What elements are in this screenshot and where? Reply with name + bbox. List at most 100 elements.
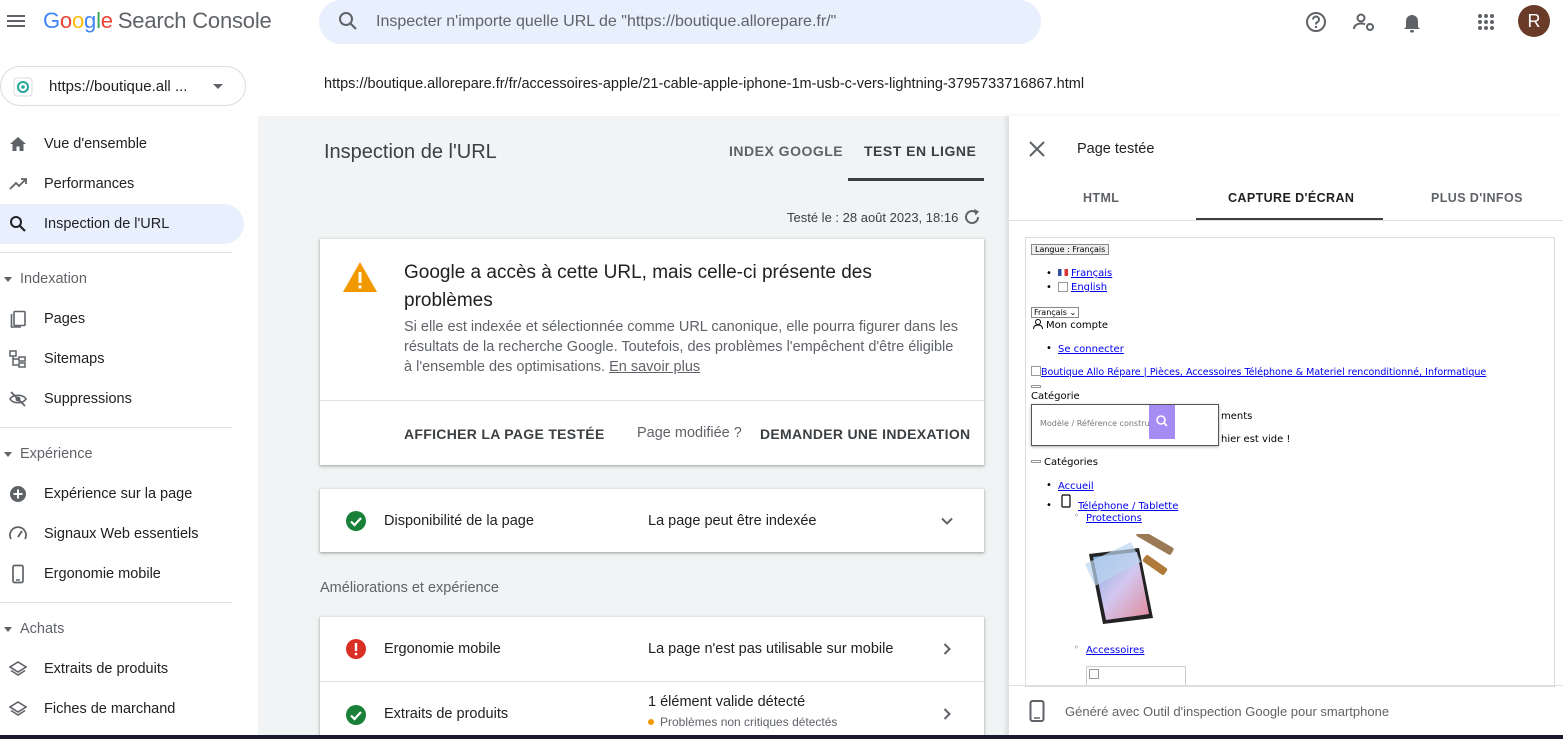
section-indexation[interactable]: Indexation: [0, 261, 232, 297]
row-subtext-label: Problèmes non critiques détectés: [660, 715, 838, 729]
screenshot-toggle: [1031, 385, 1041, 388]
status-title: Google a accès à cette URL, mais celle-c…: [404, 262, 872, 311]
screenshot-select-value: Français: [1034, 308, 1067, 317]
view-tested-page-button[interactable]: AFFICHER LA PAGE TESTÉE: [404, 426, 605, 442]
screenshot-link-phones: Téléphone / Tablette: [1078, 501, 1179, 512]
screenshot-link-home: Accueil: [1058, 481, 1094, 492]
screenshot-logo-alt-link: Boutique Allo Répare | Pièces, Accessoir…: [1041, 367, 1487, 378]
page-modified-label: Page modifiée ?: [637, 425, 742, 441]
panel-footer-text: Généré avec Outil d'inspection Google po…: [1065, 704, 1390, 719]
warning-dot-icon: [648, 719, 654, 725]
divider: [1009, 685, 1563, 686]
search-icon: [8, 214, 28, 234]
screenshot-language-select: Français ⌄: [1031, 307, 1080, 318]
divider: [0, 252, 232, 253]
close-icon[interactable]: [1027, 139, 1047, 159]
tab-live-test[interactable]: TEST EN LIGNE: [864, 143, 976, 159]
product-name: Search Console: [117, 8, 272, 33]
tab-google-index[interactable]: INDEX GOOGLE: [729, 143, 843, 159]
warning-icon: [342, 261, 378, 293]
divider: [0, 427, 232, 428]
eye-off-icon: [8, 389, 28, 409]
tested-page-panel: Page testée HTML CAPTURE D'ÉCRAN PLUS D'…: [1008, 116, 1563, 739]
avatar[interactable]: R: [1518, 5, 1550, 37]
tab-html[interactable]: HTML: [1083, 191, 1119, 205]
screenshot-toggle: [1031, 460, 1041, 463]
screenshot-text-fragment: hier est vide !: [1221, 434, 1291, 445]
sidebar-item-page-experience[interactable]: Expérience sur la page: [0, 474, 244, 514]
learn-more-link[interactable]: En savoir plus: [609, 359, 700, 375]
sidebar-item-sitemaps[interactable]: Sitemaps: [0, 339, 244, 379]
screenshot-language-button: Langue : Français: [1031, 244, 1110, 255]
section-title: Indexation: [20, 271, 87, 287]
section-shopping[interactable]: Achats: [0, 611, 232, 647]
notifications-icon[interactable]: [1399, 9, 1425, 35]
screenshot-search-placeholder: Modèle / Référence constructeur: [1040, 419, 1152, 428]
chevron-right-icon[interactable]: [938, 705, 956, 723]
help-icon[interactable]: [1303, 9, 1329, 35]
page-screenshot: Langue : Français • Français • English F…: [1025, 237, 1555, 687]
broken-image-icon: [1031, 366, 1041, 376]
caret-down-icon: [211, 79, 225, 93]
user-settings-icon[interactable]: [1351, 9, 1377, 35]
availability-row[interactable]: Disponibilité de la page La page peut êt…: [320, 489, 984, 552]
row-label: Extraits de produits: [384, 706, 509, 722]
row-label: Disponibilité de la page: [384, 513, 534, 529]
status-card: Google a accès à cette URL, mais celle-c…: [320, 239, 984, 465]
row-label: Ergonomie mobile: [384, 641, 501, 657]
screen-protector-product-image: [1081, 534, 1185, 626]
apps-grid-icon[interactable]: [1473, 9, 1499, 35]
screenshot-list-bullet: •: [1046, 268, 1052, 279]
sidebar-item-removals[interactable]: Suppressions: [0, 379, 244, 419]
sidebar-item-overview[interactable]: Vue d'ensemble: [0, 124, 244, 164]
tab-screenshot[interactable]: CAPTURE D'ÉCRAN: [1228, 191, 1354, 205]
sidebar-item-url-inspection[interactable]: Inspection de l'URL: [0, 204, 244, 244]
home-icon: [8, 134, 28, 154]
row-value: La page n'est pas utilisable sur mobile: [648, 641, 894, 657]
property-selector[interactable]: https://boutique.all ...: [0, 66, 246, 106]
sidebar-item-merchant-listings[interactable]: Fiches de marchand: [0, 689, 244, 729]
chevron-right-icon[interactable]: [938, 640, 956, 658]
check-circle-icon: [345, 704, 367, 726]
section-experience[interactable]: Expérience: [0, 436, 232, 472]
tab-more-info[interactable]: PLUS D'INFOS: [1431, 191, 1523, 205]
enhancement-row-mobile[interactable]: Ergonomie mobile La page n'est pas utili…: [320, 617, 984, 681]
search-icon: [337, 10, 359, 32]
logo-letter: o: [59, 8, 72, 33]
french-flag-icon: [1058, 269, 1068, 276]
screenshot-search-button: [1149, 405, 1175, 439]
sidebar-item-mobile-usability[interactable]: Ergonomie mobile: [0, 554, 244, 594]
enhancements-card: Ergonomie mobile La page n'est pas utili…: [320, 617, 984, 739]
app-logo[interactable]: Google Search Console: [43, 8, 272, 34]
request-indexing-button[interactable]: DEMANDER UNE INDEXATION: [760, 426, 970, 442]
broken-image-icon: [1089, 669, 1099, 679]
sidebar-item-label: Performances: [44, 176, 135, 192]
logo-letter: g: [84, 8, 97, 33]
sidebar-item-product-snippets[interactable]: Extraits de produits: [0, 649, 244, 689]
url-search-input[interactable]: [376, 0, 1016, 44]
smartphone-icon: [1029, 700, 1045, 722]
sidebar-item-label: Signaux Web essentiels: [44, 526, 199, 542]
check-circle-icon: [345, 510, 367, 532]
screenshot-link-protections: Protections: [1086, 513, 1142, 524]
inspected-url: https://boutique.allorepare.fr/fr/access…: [324, 76, 1085, 92]
chevron-down-icon[interactable]: [938, 512, 956, 530]
enhancement-row-product-snippets[interactable]: Extraits de produits 1 élément valide dé…: [320, 682, 984, 739]
panel-title: Page testée: [1077, 141, 1155, 157]
active-tab-indicator: [848, 178, 984, 181]
smartphone-icon: [1061, 494, 1071, 508]
refresh-icon[interactable]: [962, 207, 982, 227]
sidebar-item-core-web-vitals[interactable]: Signaux Web essentiels: [0, 514, 244, 554]
sidebar-item-label: Suppressions: [44, 391, 132, 407]
caret-down-icon: [3, 624, 13, 634]
sidebar-item-label: Sitemaps: [44, 351, 105, 367]
row-subtext: Problèmes non critiques détectés: [648, 715, 837, 729]
taskbar-edge: [0, 735, 1563, 739]
sidebar-item-label: Fiches de marchand: [44, 701, 176, 717]
divider: [0, 602, 232, 603]
sidebar-item-pages[interactable]: Pages: [0, 299, 244, 339]
url-search-bar[interactable]: [319, 0, 1041, 44]
logo-letter: e: [100, 8, 113, 33]
menu-icon[interactable]: [5, 10, 27, 32]
sidebar-item-performance[interactable]: Performances: [0, 164, 244, 204]
